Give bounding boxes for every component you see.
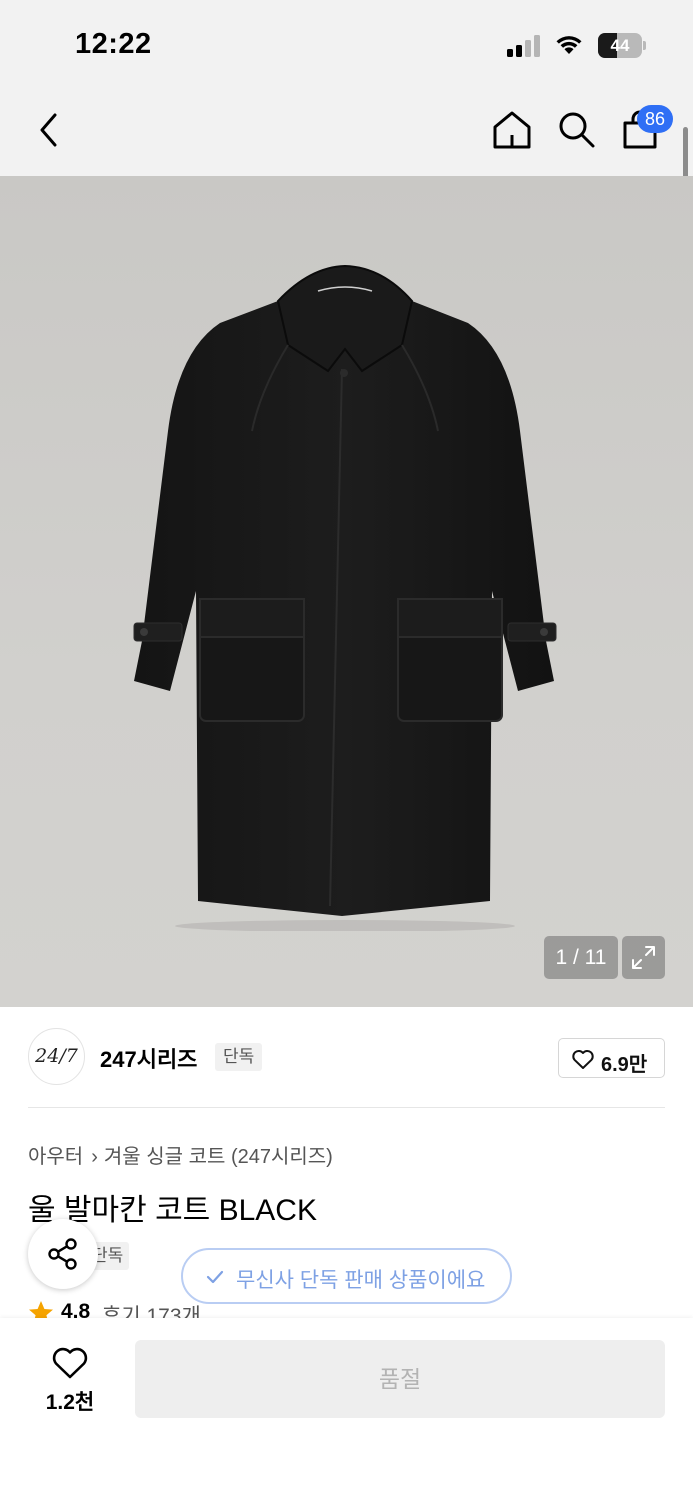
brand-like-button[interactable]: 6.9만	[558, 1038, 665, 1078]
back-button[interactable]	[32, 110, 68, 150]
rating-value: 4.8	[61, 1300, 91, 1320]
breadcrumb: 아우터 › 겨울 싱글 코트 (247시리즈)	[28, 1140, 333, 1169]
wishlist-button[interactable]: 1.2천	[30, 1346, 110, 1416]
brand-logo[interactable]: 24/7	[28, 1028, 85, 1085]
breadcrumb-category[interactable]: 아우터	[28, 1146, 83, 1168]
divider	[28, 1107, 665, 1108]
star-icon	[29, 1301, 53, 1320]
heart-icon	[52, 1347, 88, 1379]
status-time: 12:22	[75, 28, 152, 60]
cart-count-badge: 86	[637, 105, 673, 133]
share-button[interactable]	[28, 1219, 98, 1289]
brand-name[interactable]: 247시리즈	[100, 1042, 197, 1074]
check-icon	[206, 1270, 224, 1284]
battery-percentage: 44	[610, 36, 630, 55]
image-counter: 1 / 11	[544, 936, 618, 979]
battery-icon: 44	[598, 33, 646, 58]
toast-message: 무신사 단독 판매 상품이에요	[236, 1269, 486, 1292]
bottom-action-bar: 1.2천 품절	[0, 1318, 693, 1500]
navigation-bar	[0, 88, 693, 176]
review-count: 후기 173개	[102, 1305, 201, 1320]
product-image-gallery[interactable]: 1 / 11	[0, 176, 693, 1007]
wishlist-count: 1.2천	[45, 1391, 95, 1414]
sold-out-button[interactable]: 품절	[135, 1340, 665, 1418]
wifi-icon	[556, 36, 582, 54]
home-button[interactable]	[490, 108, 534, 152]
breadcrumb-subcategory[interactable]: 겨울 싱글 코트 (247시리즈)	[104, 1146, 333, 1168]
brand-exclusive-tag: 단독	[215, 1043, 263, 1071]
heart-icon	[572, 1050, 594, 1069]
brand-row: 24/7 247시리즈 단독 6.9만	[28, 1028, 665, 1086]
cellular-signal-icon	[507, 35, 540, 57]
brand-like-count: 6.9만	[601, 1054, 648, 1076]
share-icon	[48, 1238, 77, 1270]
status-bar: 12:22 44	[0, 0, 693, 88]
coat-product-image	[133, 264, 557, 931]
search-button[interactable]	[555, 108, 599, 152]
exclusive-toast: 무신사 단독 판매 상품이에요	[181, 1248, 512, 1304]
expand-image-button[interactable]	[622, 936, 665, 979]
chevron-right-icon: ›	[91, 1146, 98, 1168]
